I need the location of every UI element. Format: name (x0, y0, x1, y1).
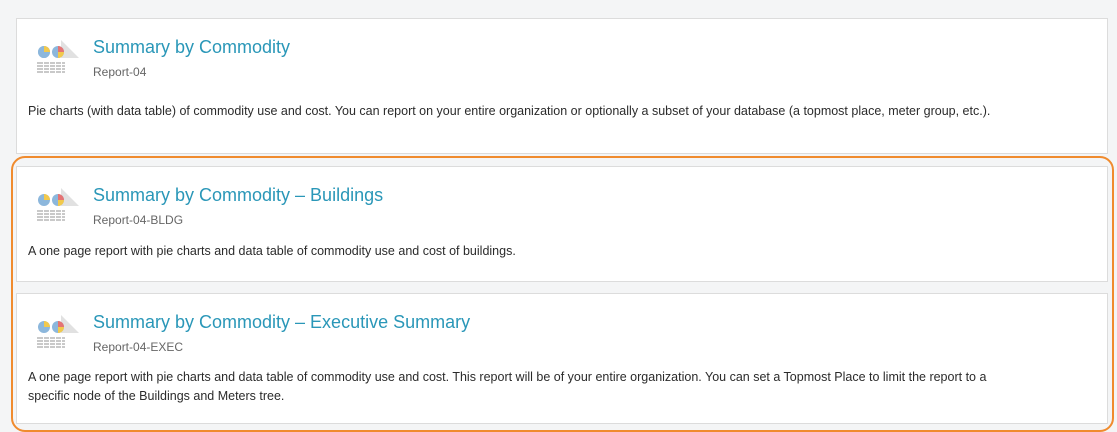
report-title-link[interactable]: Summary by Commodity – Buildings (93, 184, 383, 206)
report-card-header: Summary by Commodity – Executive Summary… (33, 309, 470, 354)
report-card-report-04[interactable]: Summary by Commodity Report-04 Pie chart… (16, 18, 1108, 154)
report-title-link[interactable]: Summary by Commodity – Executive Summary (93, 311, 470, 333)
report-pie-table-icon (33, 309, 81, 349)
report-card-header: Summary by Commodity – Buildings Report-… (33, 182, 383, 227)
report-description: A one page report with pie charts and da… (28, 244, 516, 258)
report-card-report-04-exec[interactable]: Summary by Commodity – Executive Summary… (16, 293, 1108, 424)
report-titles: Summary by Commodity – Buildings Report-… (93, 182, 383, 227)
report-code: Report-04-EXEC (93, 340, 184, 354)
report-description: A one page report with pie charts and da… (28, 370, 987, 403)
report-card-header: Summary by Commodity Report-04 (33, 34, 290, 79)
report-code: Report-04 (93, 65, 147, 79)
report-titles: Summary by Commodity – Executive Summary… (93, 309, 470, 354)
report-title-link[interactable]: Summary by Commodity (93, 36, 290, 58)
report-pie-table-icon (33, 34, 81, 74)
report-titles: Summary by Commodity Report-04 (93, 34, 290, 79)
report-code: Report-04-BLDG (93, 213, 184, 227)
report-pie-table-icon (33, 182, 81, 222)
report-card-report-04-bldg[interactable]: Summary by Commodity – Buildings Report-… (16, 166, 1108, 282)
report-description: Pie charts (with data table) of commodit… (28, 104, 991, 118)
